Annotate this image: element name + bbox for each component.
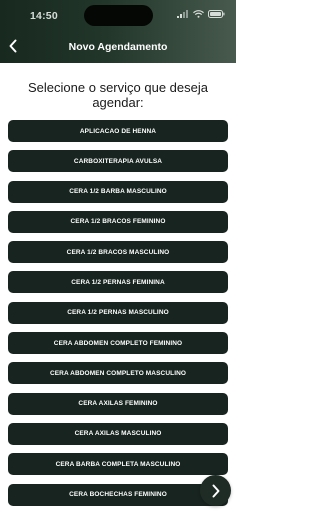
service-button[interactable]: CERA 1/2 BRACOS MASCULINO: [8, 241, 228, 264]
service-button[interactable]: CERA 1/2 PERNAS MASCULINO: [8, 301, 228, 324]
chevron-right-icon: [211, 484, 221, 498]
service-prompt: Selecione o serviço que deseja agendar:: [28, 80, 208, 110]
next-button[interactable]: [200, 475, 231, 506]
status-bar: 14:50: [0, 0, 236, 30]
service-button[interactable]: CERA 1/2 BRACOS FEMININO: [8, 210, 228, 233]
app-screen: 14:50 Novo Agendamento Selecione o servi…: [0, 0, 236, 512]
dynamic-island: [84, 5, 153, 26]
service-button[interactable]: CERA ABDOMEN COMPLETO MASCULINO: [8, 362, 228, 385]
service-button[interactable]: CERA AXILAS MASCULINO: [8, 422, 228, 445]
service-button[interactable]: CERA BOCHECHAS FEMININO: [8, 483, 228, 506]
service-list: APLICACAO DE HENNA CARBOXITERAPIA AVULSA…: [8, 120, 228, 512]
service-button[interactable]: CARBOXITERAPIA AVULSA: [8, 150, 228, 173]
signal-icon: [177, 10, 189, 18]
wifi-icon: [193, 10, 204, 18]
service-button[interactable]: CERA ABDOMEN COMPLETO FEMININO: [8, 332, 228, 355]
service-button[interactable]: APLICACAO DE HENNA: [8, 120, 228, 142]
service-button[interactable]: CERA 1/2 BARBA MASCULINO: [8, 180, 228, 203]
service-button[interactable]: CERA AXILAS FEMININO: [8, 392, 228, 415]
status-time: 14:50: [30, 10, 58, 22]
header: 14:50 Novo Agendamento: [0, 0, 236, 63]
status-icons: [177, 10, 225, 18]
nav-bar: Novo Agendamento: [0, 33, 236, 59]
service-button[interactable]: CERA BARBA COMPLETA MASCULINO: [8, 453, 228, 476]
battery-icon: [208, 10, 225, 18]
service-button[interactable]: CERA 1/2 PERNAS FEMININA: [8, 271, 228, 294]
page-title: Novo Agendamento: [68, 41, 168, 53]
